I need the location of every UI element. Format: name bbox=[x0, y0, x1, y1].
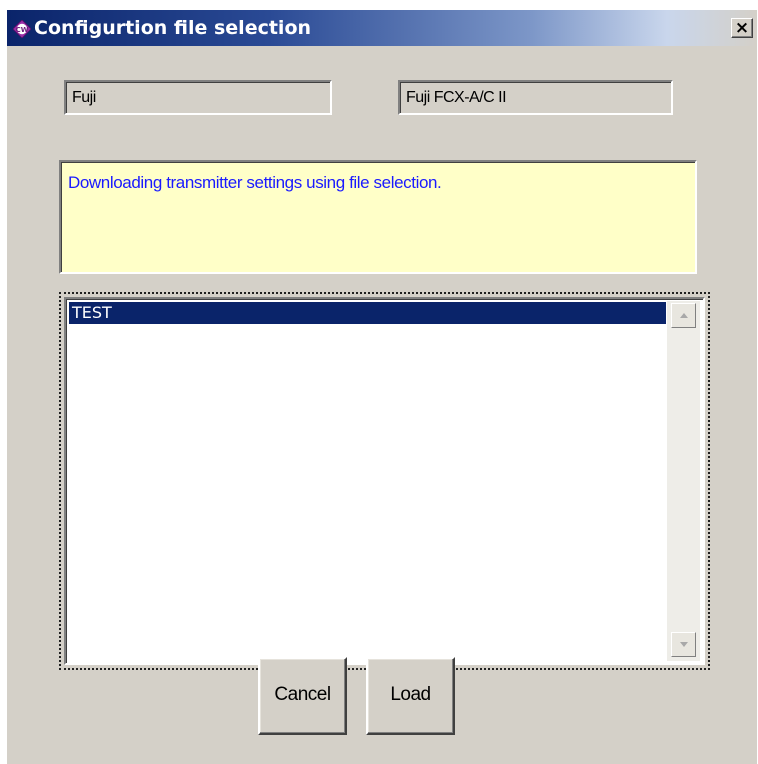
title-bar[interactable]: CW Configurtion file selection × bbox=[7, 10, 757, 46]
window-title: Configurtion file selection bbox=[34, 17, 312, 39]
file-list-focus-frame: TEST bbox=[59, 292, 710, 670]
file-list[interactable]: TEST bbox=[64, 297, 705, 665]
cancel-button[interactable]: Cancel bbox=[258, 657, 347, 735]
scroll-down-icon bbox=[680, 642, 688, 647]
scroll-up-icon bbox=[680, 313, 688, 318]
list-item[interactable]: TEST bbox=[69, 302, 666, 324]
model-field: Fuji FCX-A/C II bbox=[398, 80, 673, 115]
close-icon: × bbox=[734, 18, 750, 38]
close-button[interactable]: × bbox=[731, 18, 753, 38]
config-file-dialog: CW Configurtion file selection × Fuji Fu… bbox=[7, 10, 757, 764]
svg-text:CW: CW bbox=[16, 26, 29, 34]
cw-app-icon: CW bbox=[13, 20, 31, 38]
manufacturer-field: Fuji bbox=[64, 80, 332, 115]
scroll-down-button[interactable] bbox=[671, 632, 696, 657]
scroll-up-button[interactable] bbox=[671, 303, 696, 328]
load-button[interactable]: Load bbox=[366, 657, 455, 735]
vertical-scrollbar[interactable] bbox=[667, 301, 700, 661]
info-message: Downloading transmitter settings using f… bbox=[59, 160, 697, 274]
